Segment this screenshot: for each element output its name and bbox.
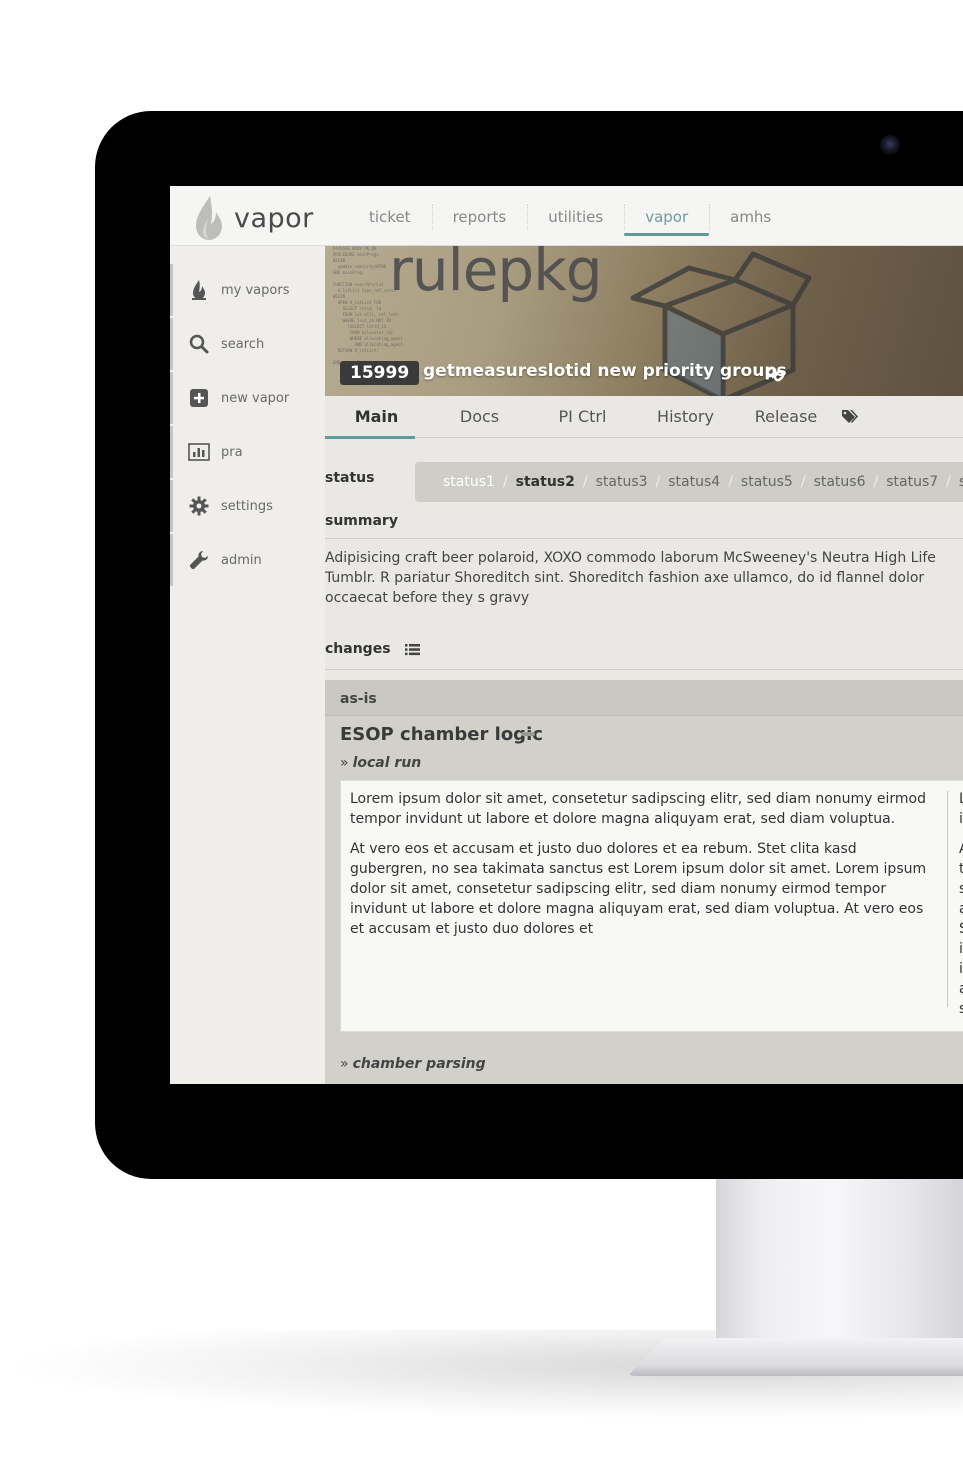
- changes-panel: as-is ESOP chamber logic » local run Lore…: [325, 680, 963, 1084]
- sidebar-item-label: pra: [221, 444, 243, 460]
- doc-paragraph: Lorem ipsum dolor sit amet, consetetur s…: [350, 791, 926, 827]
- chevron-right-icon: »: [340, 755, 349, 771]
- status-step[interactable]: status6: [814, 474, 866, 490]
- doc-line: i: [959, 941, 963, 957]
- subsection-local-run[interactable]: » local run: [340, 755, 421, 771]
- wrench-icon: [187, 548, 211, 572]
- doc-line: i: [959, 811, 963, 827]
- ticket-banner: PACKAGE BODY PK_DB PROCEDURE mainProgc B…: [325, 246, 963, 396]
- camera-icon: [880, 135, 900, 155]
- app-logo[interactable]: vapor: [192, 194, 314, 242]
- sidebar-item-pra[interactable]: pra: [170, 426, 325, 478]
- doc-line: s: [959, 881, 963, 897]
- sidebar-item-label: my vapors: [221, 282, 290, 298]
- sidebar-item-my-vapors[interactable]: my vapors: [170, 264, 325, 316]
- main-nav: ticket reports utilities vapor amhs: [348, 186, 792, 246]
- flame-icon: [187, 278, 211, 302]
- search-icon: [187, 332, 211, 356]
- app-screen: vapor ticket reports utilities vapor amh…: [170, 186, 963, 1084]
- divider: [325, 669, 963, 670]
- tab-history[interactable]: History: [634, 396, 737, 437]
- tab-pi-ctrl[interactable]: PI Ctrl: [531, 396, 634, 437]
- status-label: status: [325, 470, 375, 486]
- sidebar-item-label: admin: [221, 552, 262, 568]
- panel-title: as-is: [325, 680, 963, 716]
- doc-line: a: [959, 979, 963, 999]
- column-divider: [947, 791, 948, 1007]
- sidebar: my vapors search new vapor pra settings: [170, 246, 325, 1084]
- sidebar-item-label: new vapor: [221, 390, 290, 406]
- summary-text: Adipisicing craft beer polaroid, XOXO co…: [325, 550, 936, 606]
- nav-reports[interactable]: reports: [431, 186, 528, 246]
- status-progress-bar: status1/ status2/ status3/ status4/ stat…: [415, 462, 963, 502]
- monitor-stand-base: [628, 1338, 963, 1376]
- nav-utilities[interactable]: utilities: [527, 186, 624, 246]
- subsection-label: local run: [352, 755, 422, 771]
- tab-main[interactable]: Main: [325, 396, 428, 439]
- status-step[interactable]: status1: [443, 474, 495, 490]
- doc-line: s: [959, 1001, 963, 1017]
- doc-line: t: [959, 861, 963, 877]
- flame-logo-icon: [196, 196, 222, 240]
- list-icon[interactable]: [405, 643, 420, 656]
- section-title: ESOP chamber logic: [340, 724, 543, 745]
- nav-ticket[interactable]: ticket: [348, 186, 432, 246]
- changes-label: changes: [325, 641, 391, 657]
- ticket-tabs: Main Docs PI Ctrl History Release: [325, 396, 963, 439]
- banner-title: rulepkg: [389, 246, 603, 304]
- status-step[interactable]: status5: [741, 474, 793, 490]
- sidebar-item-new-vapor[interactable]: new vapor: [170, 372, 325, 424]
- sidebar-item-search[interactable]: search: [170, 318, 325, 370]
- sidebar-item-settings[interactable]: settings: [170, 480, 325, 532]
- chevron-right-icon: »: [340, 1056, 349, 1072]
- top-bar: vapor ticket reports utilities vapor amh…: [170, 186, 963, 246]
- main-content: PACKAGE BODY PK_DB PROCEDURE mainProgc B…: [325, 246, 963, 1084]
- tab-docs[interactable]: Docs: [428, 396, 531, 437]
- sidebar-item-label: search: [221, 336, 265, 352]
- doc-line: S: [959, 919, 963, 939]
- nav-amhs[interactable]: amhs: [709, 186, 792, 246]
- tags-icon[interactable]: [835, 396, 865, 437]
- sidebar-item-admin[interactable]: admin: [170, 534, 325, 586]
- logo-text: vapor: [234, 202, 314, 234]
- document-column: Lorem ipsum dolor sit amet, consetetur s…: [350, 789, 936, 949]
- link-icon[interactable]: [765, 363, 787, 385]
- doc-paragraph: At vero eos et accusam et justo duo dolo…: [350, 841, 927, 937]
- status-step[interactable]: status3: [596, 474, 648, 490]
- collapse-icon[interactable]: [521, 732, 535, 736]
- document-column-2: L i A t s a S i i a s: [959, 789, 963, 1019]
- nav-vapor[interactable]: vapor: [624, 186, 710, 246]
- status-step[interactable]: status2: [516, 474, 575, 490]
- status-step[interactable]: status7: [886, 474, 938, 490]
- plus-square-icon: [187, 386, 211, 410]
- summary-label: summary: [325, 513, 398, 529]
- document-view: Lorem ipsum dolor sit amet, consetetur s…: [340, 780, 963, 1032]
- gear-icon: [187, 494, 211, 518]
- bar-chart-icon: [187, 440, 211, 464]
- status-step[interactable]: status4: [668, 474, 720, 490]
- doc-line: A: [959, 839, 963, 859]
- doc-line: i: [959, 961, 963, 977]
- divider: [325, 538, 963, 539]
- subsection-label: chamber parsing: [352, 1056, 486, 1072]
- subsection-chamber-parsing[interactable]: » chamber parsing: [340, 1056, 486, 1072]
- doc-line: L: [959, 791, 963, 807]
- tab-release[interactable]: Release: [737, 396, 835, 437]
- sidebar-item-label: settings: [221, 498, 273, 514]
- ticket-number: 15999: [340, 361, 420, 385]
- status-step[interactable]: stat: [959, 474, 963, 490]
- ticket-title: getmeasureslotid new priority groups: [423, 361, 787, 381]
- doc-line: a: [959, 899, 963, 919]
